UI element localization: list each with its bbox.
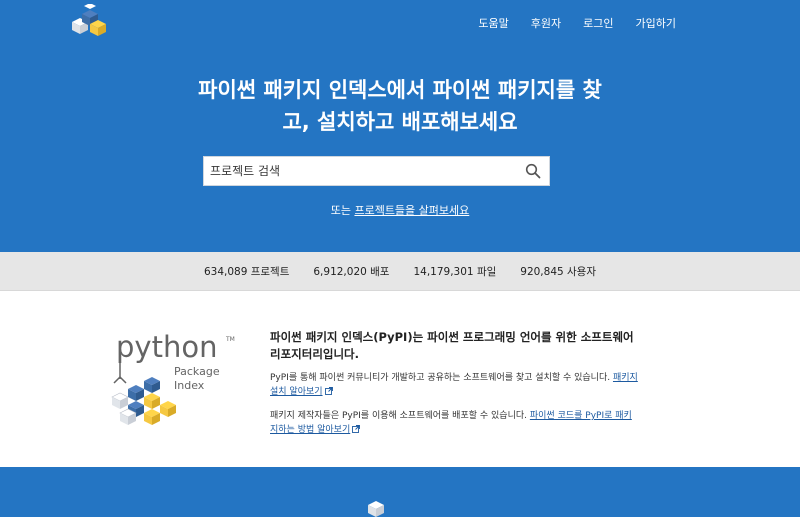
nav-login[interactable]: 로그인	[583, 15, 613, 31]
search-box	[203, 156, 550, 186]
about-text: 파이썬 패키지 인덱스(PyPI)는 파이썬 프로그래밍 언어를 위한 소프트웨…	[270, 329, 640, 447]
stats-bar: 634,089 프로젝트 6,912,020 배포 14,179,301 파일 …	[0, 252, 800, 291]
about-paragraph-package: 패키지 제작자들은 PyPI를 이용해 소프트웨어를 배포할 수 있습니다. 파…	[270, 409, 640, 437]
logo-sub-package: Package	[174, 365, 220, 378]
main-nav: 도움말 후원자 로그인 가입하기	[478, 0, 676, 46]
hero-title-line2: 고, 설치하고 배포해보세요	[282, 110, 518, 134]
nav-sponsors[interactable]: 후원자	[531, 15, 561, 31]
nav-register[interactable]: 가입하기	[636, 15, 676, 31]
stat-releases: 6,912,020 배포	[313, 265, 390, 278]
search-icon[interactable]	[525, 163, 541, 179]
external-link-icon	[324, 387, 333, 395]
stat-files: 14,179,301 파일	[413, 265, 497, 278]
hero-title: 파이썬 패키지 인덱스에서 파이썬 패키지를 찾 고, 설치하고 배포해보세요	[150, 74, 650, 138]
hero-title-line1: 파이썬 패키지 인덱스에서 파이썬 패키지를 찾	[198, 78, 602, 102]
cube-icon	[368, 501, 384, 517]
nav-help[interactable]: 도움말	[478, 15, 508, 31]
browse-projects-link[interactable]: 프로젝트들을 살펴보세요	[354, 204, 469, 217]
stat-projects: 634,089 프로젝트	[203, 265, 290, 278]
footer-section	[0, 467, 800, 517]
site-header: 도움말 후원자 로그인 가입하기	[0, 0, 800, 46]
stat-users: 920,845 사용자	[520, 265, 597, 278]
about-heading: 파이썬 패키지 인덱스(PyPI)는 파이썬 프로그래밍 언어를 위한 소프트웨…	[270, 330, 634, 361]
python-package-index-logo: python TM Package Index	[111, 331, 235, 425]
about-paragraph-install: PyPI를 통해 파이썬 커뮤니티가 개발하고 공유하는 소프트웨어를 찾고 설…	[270, 371, 640, 399]
about-section: python TM Package Index 파이썬 패키지 인덱스(PyPI…	[0, 291, 800, 467]
search-input[interactable]	[204, 157, 514, 185]
hero-section: 파이썬 패키지 인덱스에서 파이썬 패키지를 찾 고, 설치하고 배포해보세요 …	[0, 46, 800, 252]
about-p1-text: PyPI를 통해 파이썬 커뮤니티가 개발하고 공유하는 소프트웨어를 찾고 설…	[270, 373, 613, 383]
logo-sub-index: Index	[174, 379, 205, 392]
browse-prefix: 또는	[330, 204, 355, 217]
about-p2-text: 패키지 제작자들은 PyPI를 이용해 소프트웨어를 배포할 수 있습니다.	[270, 411, 530, 421]
browse-projects: 또는 프로젝트들을 살펴보세요	[0, 202, 800, 218]
external-link-icon	[352, 425, 361, 433]
logo-word: python	[116, 331, 217, 364]
pypi-logo-icon[interactable]	[68, 4, 108, 40]
logo-tm: TM	[225, 336, 235, 343]
